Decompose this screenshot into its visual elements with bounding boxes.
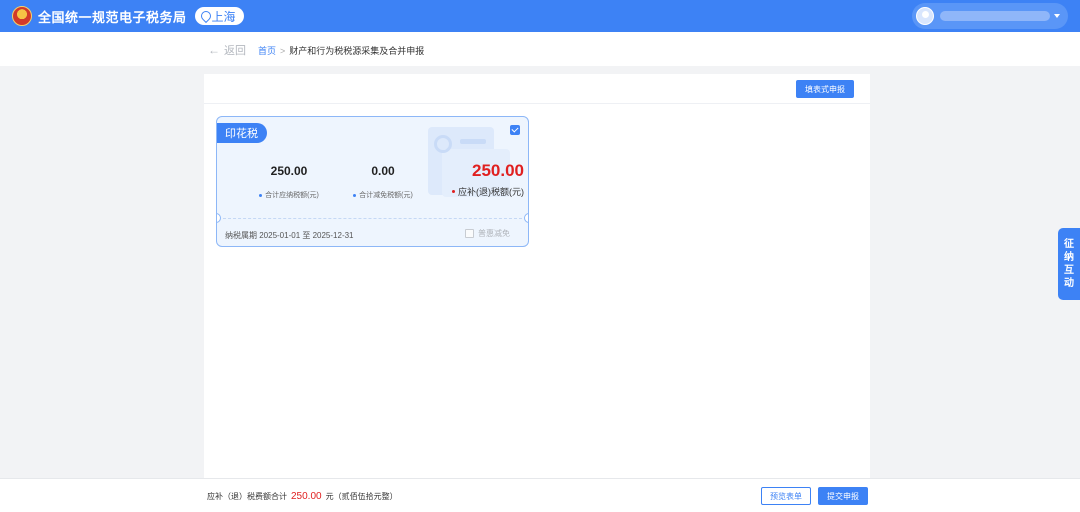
top-header: 全国统一规范电子税务局 上海 <box>0 0 1080 32</box>
breadcrumb-bar: ← 返回 首页 > 财产和行为税税源采集及合并申报 <box>0 32 1080 66</box>
back-label: 返回 <box>224 45 246 57</box>
total-summary: 应补（退）税费额合计 250.00 元（贰佰伍拾元整） <box>207 491 398 502</box>
payable-total-metric: 250.00 合计应纳税额(元) <box>239 164 339 200</box>
tax-period: 纳税属期 2025-01-01 至 2025-12-31 <box>225 231 354 240</box>
preview-form-button[interactable]: 预览表单 <box>761 487 811 505</box>
tax-emblem-icon <box>12 6 32 26</box>
total-amount: 250.00 <box>291 491 322 502</box>
footer-bar: 应补（退）税费额合计 250.00 元（贰佰伍拾元整） 预览表单 提交申报 <box>0 478 1080 512</box>
card-notch-left <box>217 213 221 223</box>
fill-form-declare-button[interactable]: 填表式申报 <box>796 80 854 98</box>
float-tab-char: 征 <box>1064 239 1074 250</box>
caret-down-icon <box>1054 14 1060 18</box>
refund-payable-metric: 250.00 应补(退)税额(元) <box>414 161 524 198</box>
float-tab-char: 纳 <box>1064 252 1074 263</box>
refund-payable-label: 应补(退)税额(元) <box>458 187 524 197</box>
float-tab-char: 互 <box>1064 265 1074 276</box>
main-toolbar: 填表式申报 <box>204 74 870 104</box>
checkbox-icon[interactable] <box>465 229 474 238</box>
site-title: 全国统一规范电子税务局 <box>38 9 187 25</box>
bullet-dot-icon <box>353 193 357 197</box>
payable-total-label: 合计应纳税额(元) <box>265 192 319 199</box>
arrow-left-icon: ← <box>208 43 220 57</box>
tax-interaction-tab[interactable]: 征 纳 互 动 <box>1058 228 1080 300</box>
tax-name-tag: 印花税 <box>217 123 267 143</box>
refund-payable-value: 250.00 <box>472 161 524 180</box>
total-unit: 元（贰佰伍拾元整） <box>325 492 398 501</box>
location-pin-icon <box>201 11 209 21</box>
breadcrumb-separator: > <box>280 45 286 56</box>
breadcrumb: 首页 > 财产和行为税税源采集及合并申报 <box>258 44 424 57</box>
user-name-redacted <box>940 11 1050 21</box>
relief-checkbox[interactable]: 普惠减免 <box>465 228 510 239</box>
main-panel: 填表式申报 印花税 250.00 合计应纳税额(元) 0.00 合计减免税额(元… <box>204 74 870 478</box>
back-button[interactable]: ← 返回 <box>208 42 246 58</box>
relief-label: 普惠减免 <box>478 229 510 238</box>
total-label: 应补（退）税费额合计 <box>207 492 287 501</box>
breadcrumb-home-link[interactable]: 首页 <box>258 44 276 57</box>
bullet-dot-icon <box>452 190 455 193</box>
reduction-total-label: 合计减免税额(元) <box>359 192 413 199</box>
region-selector[interactable]: 上海 <box>194 7 244 25</box>
breadcrumb-current: 财产和行为税税源采集及合并申报 <box>289 46 425 56</box>
user-menu[interactable] <box>912 3 1068 29</box>
submit-declaration-button[interactable]: 提交申报 <box>818 487 868 505</box>
bullet-dot-icon <box>259 193 263 197</box>
float-tab-char: 动 <box>1064 278 1074 289</box>
region-label: 上海 <box>211 9 236 24</box>
card-divider <box>223 218 522 219</box>
avatar <box>916 7 934 25</box>
stamp-tax-card[interactable]: 印花税 250.00 合计应纳税额(元) 0.00 合计减免税额(元) 250.… <box>216 116 529 247</box>
payable-total-value: 250.00 <box>270 164 308 178</box>
card-notch-right <box>524 213 528 223</box>
card-checkbox-icon[interactable] <box>510 125 520 135</box>
